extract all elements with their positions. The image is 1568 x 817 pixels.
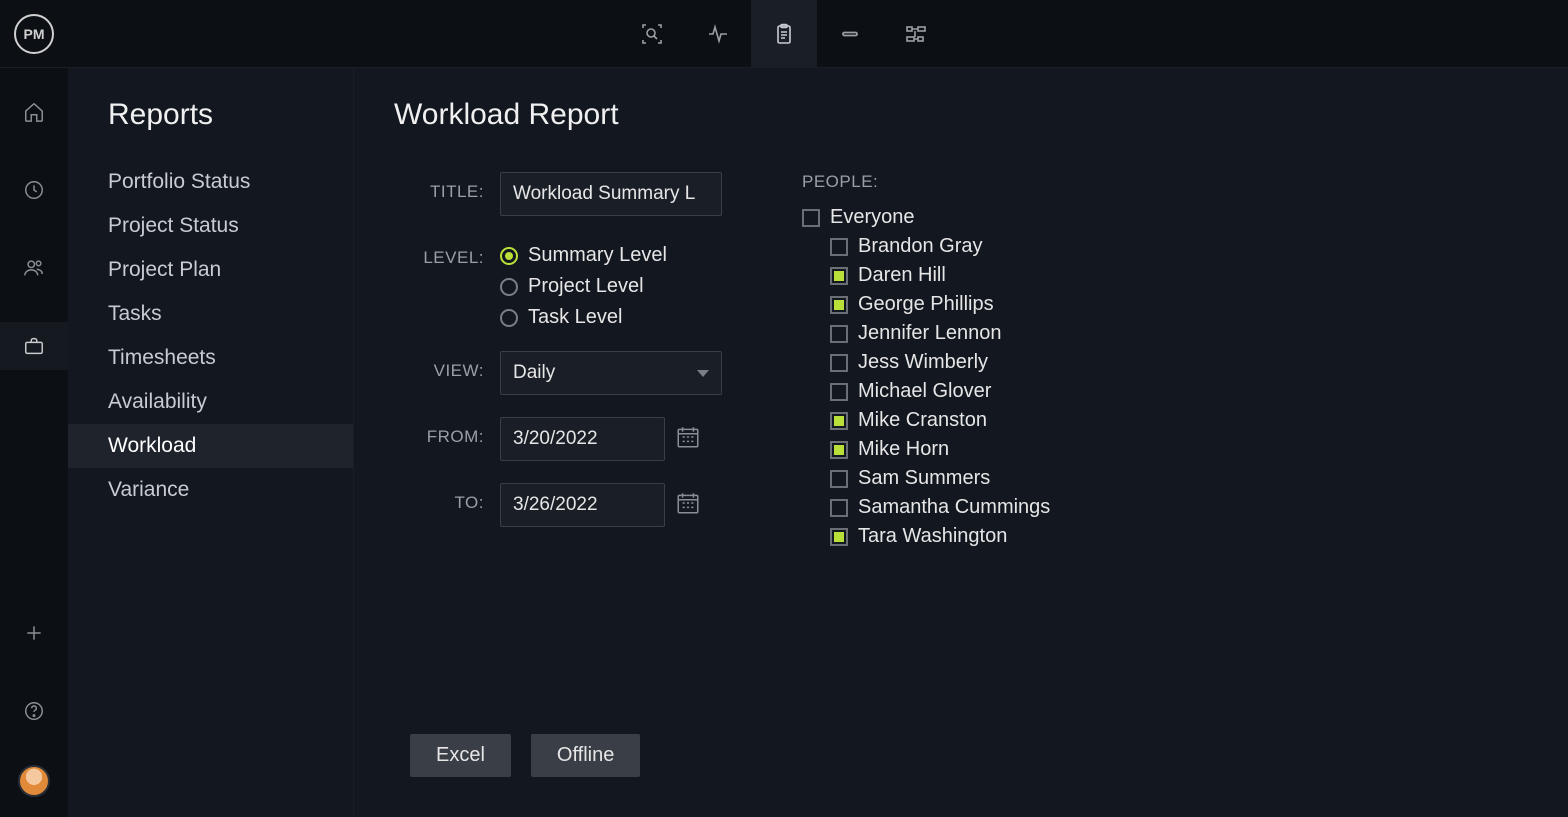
reports-sidebar: Reports Portfolio StatusProject StatusPr… xyxy=(68,68,354,817)
title-input[interactable] xyxy=(500,172,722,216)
sidebar-item-tasks[interactable]: Tasks xyxy=(68,292,353,336)
calendar-icon[interactable] xyxy=(675,424,701,455)
view-label: VIEW: xyxy=(394,351,484,381)
people-item-mike-cranston[interactable]: Mike Cranston xyxy=(830,409,1050,432)
people-item-label: Samantha Cummings xyxy=(858,496,1050,519)
chevron-down-icon xyxy=(697,370,709,377)
view-select-value: Daily xyxy=(513,362,555,384)
checkbox-icon xyxy=(830,296,848,314)
people-item-label: Sam Summers xyxy=(858,467,990,490)
people-item-jennifer-lennon[interactable]: Jennifer Lennon xyxy=(830,322,1050,345)
people-item-samantha-cummings[interactable]: Samantha Cummings xyxy=(830,496,1050,519)
people-item-tara-washington[interactable]: Tara Washington xyxy=(830,525,1050,548)
people-item-label: Jess Wimberly xyxy=(858,351,988,374)
plus-icon[interactable] xyxy=(0,609,68,657)
people-item-label: Michael Glover xyxy=(858,380,991,403)
to-label: TO: xyxy=(394,483,484,513)
people-item-label: Jennifer Lennon xyxy=(858,322,1001,345)
level-radio-task-level[interactable]: Task Level xyxy=(500,306,667,329)
sidebar-item-portfolio-status[interactable]: Portfolio Status xyxy=(68,160,353,204)
offline-button[interactable]: Offline xyxy=(531,734,640,777)
people-item-label: George Phillips xyxy=(858,293,994,316)
sidebar-title: Reports xyxy=(68,98,353,160)
people-item-michael-glover[interactable]: Michael Glover xyxy=(830,380,1050,403)
checkbox-icon xyxy=(830,354,848,372)
radio-icon xyxy=(500,278,518,296)
help-icon[interactable] xyxy=(0,687,68,735)
from-label: FROM: xyxy=(394,417,484,447)
people-item-label: Mike Horn xyxy=(858,438,949,461)
people-item-label: Brandon Gray xyxy=(858,235,983,258)
radio-label: Task Level xyxy=(528,306,623,329)
from-date-input[interactable] xyxy=(500,417,665,461)
checkbox-icon xyxy=(830,441,848,459)
people-label: PEOPLE: xyxy=(802,172,1050,192)
level-label: LEVEL: xyxy=(394,238,484,268)
content-area: Workload Report TITLE: LEVEL: Summary Le… xyxy=(354,68,1568,817)
checkbox-icon xyxy=(830,238,848,256)
checkbox-icon xyxy=(830,383,848,401)
level-radio-group: Summary Level Project Level Task Level xyxy=(500,238,667,329)
level-radio-summary-level[interactable]: Summary Level xyxy=(500,244,667,267)
people-item-george-phillips[interactable]: George Phillips xyxy=(830,293,1050,316)
people-item-label: Tara Washington xyxy=(858,525,1007,548)
sidebar-item-availability[interactable]: Availability xyxy=(68,380,353,424)
people-item-daren-hill[interactable]: Daren Hill xyxy=(830,264,1050,287)
link-icon[interactable] xyxy=(817,0,883,68)
people-item-sam-summers[interactable]: Sam Summers xyxy=(830,467,1050,490)
people-icon[interactable] xyxy=(0,244,68,292)
people-item-label: Mike Cranston xyxy=(858,409,987,432)
clock-icon[interactable] xyxy=(0,166,68,214)
level-radio-project-level[interactable]: Project Level xyxy=(500,275,667,298)
flow-icon[interactable] xyxy=(883,0,949,68)
radio-icon xyxy=(500,309,518,327)
logo[interactable]: PM xyxy=(0,0,68,68)
checkbox-icon xyxy=(830,267,848,285)
radio-icon xyxy=(500,247,518,265)
people-item-brandon-gray[interactable]: Brandon Gray xyxy=(830,235,1050,258)
excel-button[interactable]: Excel xyxy=(410,734,511,777)
sidebar-item-variance[interactable]: Variance xyxy=(68,468,353,512)
zoom-icon[interactable] xyxy=(619,0,685,68)
people-item-jess-wimberly[interactable]: Jess Wimberly xyxy=(830,351,1050,374)
avatar[interactable] xyxy=(18,765,50,797)
nav-rail xyxy=(0,68,68,817)
checkbox-icon xyxy=(830,499,848,517)
top-bar: PM xyxy=(0,0,1568,68)
calendar-icon[interactable] xyxy=(675,490,701,521)
home-icon[interactable] xyxy=(0,88,68,136)
checkbox-icon xyxy=(830,470,848,488)
clipboard-icon[interactable] xyxy=(751,0,817,68)
radio-label: Project Level xyxy=(528,275,644,298)
people-everyone-label: Everyone xyxy=(830,206,915,229)
sidebar-item-timesheets[interactable]: Timesheets xyxy=(68,336,353,380)
title-label: TITLE: xyxy=(394,172,484,202)
activity-icon[interactable] xyxy=(685,0,751,68)
people-everyone[interactable]: Everyone xyxy=(802,206,1050,229)
to-date-input[interactable] xyxy=(500,483,665,527)
sidebar-item-workload[interactable]: Workload xyxy=(68,424,353,468)
checkbox-icon xyxy=(830,325,848,343)
checkbox-icon xyxy=(830,412,848,430)
briefcase-icon[interactable] xyxy=(0,322,68,370)
top-toolbar xyxy=(619,0,949,67)
checkbox-icon xyxy=(830,528,848,546)
view-select[interactable]: Daily xyxy=(500,351,722,395)
sidebar-item-project-status[interactable]: Project Status xyxy=(68,204,353,248)
people-column: PEOPLE: Everyone Brandon Gray Daren Hill G… xyxy=(802,172,1050,554)
sidebar-item-project-plan[interactable]: Project Plan xyxy=(68,248,353,292)
page-title: Workload Report xyxy=(394,98,1528,132)
radio-label: Summary Level xyxy=(528,244,667,267)
people-item-mike-horn[interactable]: Mike Horn xyxy=(830,438,1050,461)
people-item-label: Daren Hill xyxy=(858,264,946,287)
